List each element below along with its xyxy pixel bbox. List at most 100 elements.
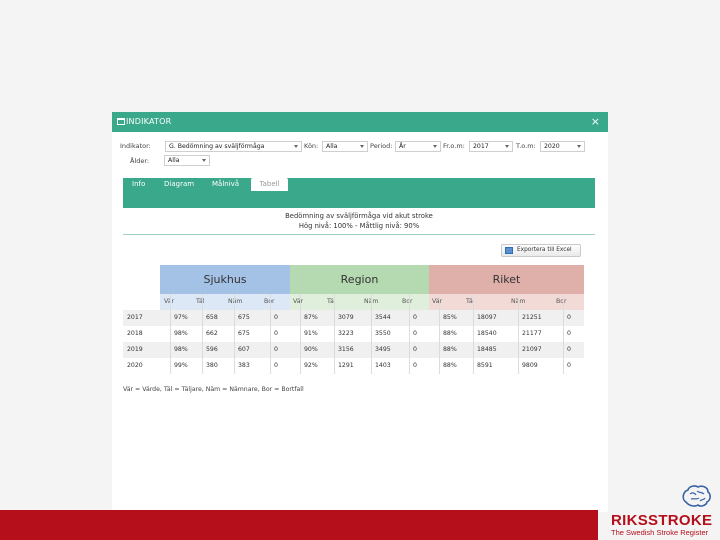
indikator-label: Indikator:	[120, 142, 151, 150]
kon-select[interactable]: Alla	[322, 141, 368, 152]
table-cell: 18485	[477, 346, 497, 353]
grid-line	[334, 294, 335, 374]
table-cell: 9809	[522, 362, 538, 369]
table-cell: 662	[206, 330, 218, 337]
tab-info[interactable]: Info	[132, 178, 145, 191]
table-cell: 87%	[304, 314, 318, 321]
table-cell: 675	[238, 314, 250, 321]
table-cell: 18097	[477, 314, 497, 321]
alder-select[interactable]: Alla	[164, 155, 210, 166]
subheader-bor: Bor	[402, 298, 413, 305]
indikator-dialog: INDIKATOR × Indikator: G. Bedömning av s…	[112, 112, 608, 512]
row-year: 2020	[127, 362, 143, 369]
tom-value: 2020	[544, 143, 560, 150]
grid-line	[563, 294, 564, 374]
close-icon[interactable]: ×	[591, 115, 600, 128]
table-cell: 3495	[375, 346, 391, 353]
content-title: Bedömning av sväljförmåga vid akut strok…	[285, 212, 433, 220]
dialog-titlebar: INDIKATOR ×	[112, 112, 608, 132]
table-cell: 90%	[304, 346, 318, 353]
export-label: Exportera till Excel	[517, 247, 572, 253]
table-cell: 0	[413, 330, 417, 337]
table-cell: 607	[238, 346, 250, 353]
group-header-region: Region	[290, 265, 429, 294]
table-cell: 21177	[522, 330, 542, 337]
from-select[interactable]: 2017	[469, 141, 513, 152]
alder-label: Ålder:	[130, 157, 150, 165]
table-cell: 0	[413, 362, 417, 369]
chevron-down-icon	[577, 145, 581, 148]
grid-line	[170, 294, 171, 374]
table-cell: 0	[274, 346, 278, 353]
from-label: Fr.o.m:	[443, 142, 465, 150]
row-year: 2018	[127, 330, 143, 337]
table-cell: 0	[567, 362, 571, 369]
grid-line	[473, 294, 474, 374]
subheader-nam: Näm	[228, 298, 243, 305]
kon-value: Alla	[326, 143, 338, 150]
table-cell: 1291	[338, 362, 354, 369]
period-select[interactable]: År	[395, 141, 441, 152]
group-header-sjukhus: Sjukhus	[160, 265, 290, 294]
period-value: År	[399, 143, 406, 150]
subheader-bor: Bor	[556, 298, 567, 305]
tab-diagram[interactable]: Diagram	[164, 178, 194, 191]
table-cell: 92%	[304, 362, 318, 369]
table-cell: 380	[206, 362, 218, 369]
chevron-down-icon	[360, 145, 364, 148]
grid-line	[439, 294, 440, 374]
row-year: 2017	[127, 314, 143, 321]
brain-logo-icon	[682, 485, 711, 507]
subheader-riket: Vär Täl Näm Bor	[429, 294, 584, 310]
indikator-select[interactable]: G. Bedömning av sväljförmåga	[165, 141, 302, 152]
kon-label: Kön:	[304, 142, 319, 150]
table-row: 2017 97% 658 675 0 87% 3079 3544 0 85% 18097 21251 0	[123, 310, 584, 326]
window-icon	[117, 118, 125, 125]
export-excel-button[interactable]: Exportera till Excel	[501, 244, 581, 257]
table-cell: 3156	[338, 346, 354, 353]
footer-bar	[0, 510, 598, 540]
tab-tabell[interactable]: Tabell	[251, 178, 288, 191]
chevron-down-icon	[505, 145, 509, 148]
table-cell: 21097	[522, 346, 542, 353]
chevron-down-icon	[294, 145, 298, 148]
table-legend: Vär = Värde, Täl = Täljare, Näm = Nämnar…	[123, 386, 304, 393]
subheader-var: Vär	[293, 298, 304, 305]
table-cell: 88%	[443, 362, 457, 369]
alder-value: Alla	[168, 157, 180, 164]
divider	[123, 234, 595, 235]
grid-line	[234, 294, 235, 374]
grid-line	[518, 294, 519, 374]
table-cell: 91%	[304, 330, 318, 337]
tab-malniva[interactable]: Målnivå	[212, 178, 239, 191]
table-cell: 0	[413, 314, 417, 321]
chevron-down-icon	[202, 159, 206, 162]
tom-select[interactable]: 2020	[540, 141, 585, 152]
table-cell: 0	[567, 330, 571, 337]
subheader-var: Vär	[432, 298, 443, 305]
chevron-down-icon	[433, 145, 437, 148]
subheader-tal: Täl	[196, 298, 205, 305]
table-cell: 8591	[477, 362, 493, 369]
table-cell: 98%	[174, 346, 188, 353]
grid-line	[202, 294, 203, 374]
table-cell: 3223	[338, 330, 354, 337]
content-subtitle: Hög nivå: 100% - Måttlig nivå: 90%	[298, 222, 420, 230]
dialog-title: INDIKATOR	[126, 117, 172, 126]
table-cell: 596	[206, 346, 218, 353]
excel-icon	[505, 247, 513, 254]
grid-line	[300, 294, 301, 374]
period-label: Period:	[370, 142, 393, 150]
table-cell: 1403	[375, 362, 391, 369]
row-year: 2019	[127, 346, 143, 353]
table-cell: 18540	[477, 330, 497, 337]
table-cell: 21251	[522, 314, 542, 321]
from-value: 2017	[473, 143, 489, 150]
table-cell: 0	[274, 362, 278, 369]
brand-name: RIKSSTROKE	[611, 512, 713, 529]
table-cell: 3544	[375, 314, 391, 321]
table-cell: 85%	[443, 314, 457, 321]
table-row: 2019 98% 596 607 0 90% 3156 3495 0 88% 18485 21097 0	[123, 342, 584, 358]
table-cell: 3550	[375, 330, 391, 337]
table-cell: 0	[274, 314, 278, 321]
